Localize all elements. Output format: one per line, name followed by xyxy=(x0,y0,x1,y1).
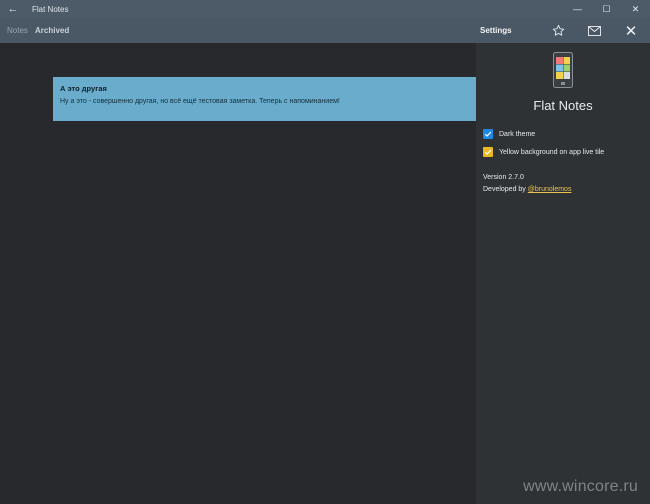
developed-by-label: Developed by xyxy=(483,186,528,193)
version-text: Version 2.7.0 xyxy=(483,174,524,181)
title-bar: ← Flat Notes — ☐ ✕ xyxy=(0,0,650,18)
tab-notes[interactable]: Notes xyxy=(7,18,28,43)
back-arrow-icon[interactable]: ← xyxy=(0,0,26,18)
star-icon xyxy=(552,24,564,36)
developer-credit: Developed by @brunolemos xyxy=(483,186,571,193)
checkmark-icon xyxy=(484,149,492,155)
star-button[interactable] xyxy=(543,18,573,43)
note-body: Ну а это - совершенно другая, но всё ещё… xyxy=(60,98,340,105)
developer-link[interactable]: @brunolemos xyxy=(528,186,572,193)
app-header: Notes Archived Settings ✕ xyxy=(0,18,650,43)
checkmark-icon xyxy=(484,131,492,137)
yellow-tile-label: Yellow background on app live tile xyxy=(499,148,605,156)
app-window: ← Flat Notes — ☐ ✕ Notes Archived Settin… xyxy=(0,0,650,504)
notes-list-area: А это другая Ну а это - совершенно друга… xyxy=(0,43,476,504)
window-controls: — ☐ ✕ xyxy=(563,0,650,18)
mail-button[interactable] xyxy=(579,18,609,43)
settings-app-name: Flat Notes xyxy=(533,98,593,113)
settings-title: Settings xyxy=(480,26,512,35)
note-card[interactable]: А это другая Ну а это - совершенно друга… xyxy=(53,77,476,121)
flat-notes-logo-icon xyxy=(553,52,573,88)
dark-theme-checkbox[interactable] xyxy=(483,129,493,139)
yellow-tile-option[interactable]: Yellow background on app live tile xyxy=(483,147,604,157)
settings-pane: Flat Notes Dark theme Yellow background … xyxy=(476,43,650,504)
close-settings-button[interactable]: ✕ xyxy=(616,18,646,43)
mail-icon xyxy=(587,25,601,36)
note-title: А это другая xyxy=(60,84,107,93)
window-close-button[interactable]: ✕ xyxy=(621,0,650,18)
tab-archived[interactable]: Archived xyxy=(35,18,69,43)
dark-theme-label: Dark theme xyxy=(499,130,536,138)
yellow-tile-checkbox[interactable] xyxy=(483,147,493,157)
window-title: Flat Notes xyxy=(32,4,69,14)
minimize-button[interactable]: — xyxy=(563,0,592,18)
maximize-button[interactable]: ☐ xyxy=(592,0,621,18)
watermark: www.wincore.ru xyxy=(523,478,638,495)
dark-theme-option[interactable]: Dark theme xyxy=(483,129,535,139)
